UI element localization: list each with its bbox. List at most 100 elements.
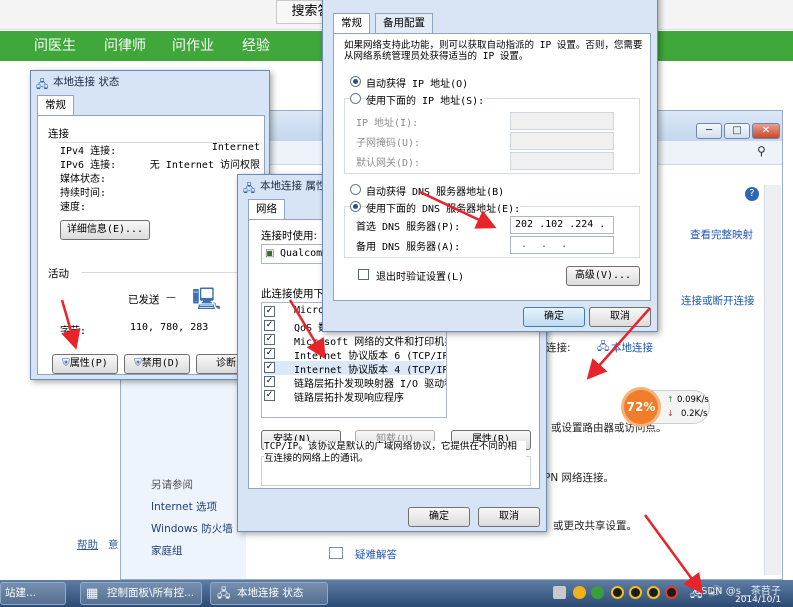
ipv4-tabs: 常规 备用配置 <box>333 13 649 34</box>
sidebar-link-firewall[interactable]: Windows 防火墙 <box>151 521 233 536</box>
ipv4-ok-button[interactable]: 确定 <box>523 307 585 327</box>
see-full-map-link[interactable]: 查看完整映射 <box>690 227 753 242</box>
minimize-button[interactable]: ─ <box>696 123 722 139</box>
troubleshoot-icon <box>329 547 343 559</box>
tab-alternate-config[interactable]: 备用配置 <box>375 13 433 33</box>
tray-icon[interactable] <box>553 586 566 599</box>
properties-cancel-button[interactable]: 取消 <box>478 507 540 527</box>
qq-icon[interactable] <box>647 586 660 599</box>
shield-icon: ⛨ <box>134 358 142 369</box>
advanced-button[interactable]: 高级(V)... <box>566 266 640 286</box>
sharing-settings-text: 或更改共享设置。 <box>553 520 637 532</box>
properties-window-title: 本地连接 属性 <box>260 180 327 192</box>
checkbox[interactable]: ✓ <box>264 362 275 373</box>
ipv4-label: IPv4 连接: <box>60 146 117 157</box>
upload-arrow-icon: ↑ <box>667 395 674 404</box>
disable-button[interactable]: ⛨禁用(D) <box>124 354 190 374</box>
validate-checkbox[interactable] <box>358 269 369 280</box>
connect-disconnect-link[interactable]: 连接或断开连接 <box>681 293 755 308</box>
ipv4-panel: 如果网络支持此功能，则可以获取自动指派的 IP 设置。否则，您需要从网络系统管理… <box>333 33 651 301</box>
tab-network[interactable]: 网络 <box>248 199 285 220</box>
download-arrow-icon: ↓ <box>667 409 674 418</box>
connection-status-window: 🖧 本地连接 状态 常规 连接 IPv4 连接: Internet IPv6 连… <box>30 70 270 380</box>
taskbar-item-connection-status[interactable]: 🖧 本地连接 状态 <box>210 582 328 605</box>
list-item-selected[interactable]: ✓Internet 协议版本 4 (TCP/IPv4) <box>264 361 446 376</box>
nav-ask-lawyer[interactable]: 问律师 <box>104 31 146 61</box>
control-panel-icon: ▦ <box>86 586 99 601</box>
qq-icon[interactable] <box>629 586 642 599</box>
tab-general[interactable]: 常规 <box>333 13 370 34</box>
sent-label: 已发送 <box>128 294 160 306</box>
qq-icon[interactable] <box>665 586 678 599</box>
help-link[interactable]: 帮助 <box>77 537 98 552</box>
clock-date[interactable]: 2014/10/1 <box>735 595 781 605</box>
manual-dns-label[interactable]: 使用下面的 DNS 服务器地址(E): <box>366 200 521 215</box>
auto-ip-label[interactable]: 自动获得 IP 地址(O) <box>366 75 468 90</box>
sidebar-link-homegroup[interactable]: 家庭组 <box>151 543 183 558</box>
manual-ip-label[interactable]: 使用下面的 IP 地址(S): <box>366 92 485 107</box>
local-connection-link[interactable]: 本地连接 <box>611 340 653 355</box>
gateway-input[interactable] <box>510 152 614 170</box>
status-panel: 连接 IPv4 连接: Internet IPv6 连接: 无 Internet… <box>37 115 265 375</box>
connections-label: 连接: <box>546 342 571 354</box>
tab-general[interactable]: 常规 <box>37 95 74 116</box>
maximize-button[interactable]: □ <box>724 123 750 139</box>
checkbox[interactable]: ✓ <box>264 334 275 345</box>
preferred-dns-input[interactable]: 202 .102 .224 . 68 <box>510 216 614 246</box>
taskbar-item-control-panel[interactable]: ▦ 控制面板\所有控... <box>80 582 202 605</box>
tray-icon[interactable] <box>573 586 586 599</box>
network-icon: 🖧 <box>217 586 231 600</box>
manual-ip-radio[interactable] <box>350 93 361 104</box>
checkbox[interactable]: ✓ <box>264 320 275 331</box>
subnet-mask-input[interactable] <box>510 132 614 150</box>
adapter-icon: ▣ <box>265 248 275 259</box>
adapter-box: ▣ Qualcom <box>261 244 331 264</box>
ipv4-intro-text: 如果网络支持此功能，则可以获取自动指派的 IP 设置。否则，您需要从网络系统管理… <box>344 40 643 62</box>
ip-address-input[interactable] <box>510 112 614 130</box>
connection-section-header: 连接 <box>48 128 69 140</box>
troubleshoot-link[interactable]: 疑难解答 <box>355 547 397 562</box>
shield-icon: ⛨ <box>62 358 70 369</box>
see-also-header: 另请参阅 <box>151 479 193 491</box>
checkbox[interactable]: ✓ <box>264 306 275 317</box>
auto-dns-radio[interactable] <box>350 184 361 195</box>
checkbox[interactable]: ✓ <box>264 348 275 359</box>
manual-dns-radio[interactable] <box>350 201 361 212</box>
close-button[interactable]: ✕ <box>752 123 780 139</box>
checkbox[interactable]: ✓ <box>264 376 275 387</box>
gateway-label: 默认网关(D): <box>356 158 421 169</box>
qq-icon[interactable] <box>611 586 624 599</box>
vpn-text: PN 网络连接。 <box>544 472 615 484</box>
nav-ask-homework[interactable]: 问作业 <box>172 31 214 61</box>
divider <box>82 272 260 273</box>
activity-section-header: 活动 <box>48 268 69 280</box>
ipv4-value: Internet <box>211 142 260 153</box>
status-window-title: 本地连接 状态 <box>53 76 120 88</box>
speed-widget[interactable]: 72% ↑ 0.09K/s ↓ 0.2K/s <box>621 387 710 427</box>
status-tabs: 常规 <box>37 95 267 116</box>
ipv4-cancel-button[interactable]: 取消 <box>589 307 651 327</box>
speed-label: 速度: <box>60 202 87 213</box>
nav-ask-doctor[interactable]: 问医生 <box>34 31 76 61</box>
ipv4-properties-dialog: 常规 备用配置 如果网络支持此功能，则可以获取自动指派的 IP 设置。否则，您需… <box>322 0 658 332</box>
tray-icon[interactable] <box>591 586 604 599</box>
upload-speed: 0.09K/s <box>677 395 709 405</box>
vertical-scrollbar[interactable] <box>764 185 781 575</box>
sidebar-link-internet-options[interactable]: Internet 选项 <box>151 499 217 514</box>
connect-using-label: 连接时使用: <box>261 230 318 242</box>
ipv6-label: IPv6 连接: <box>60 160 117 171</box>
checkbox[interactable]: ✓ <box>264 390 275 401</box>
properties-ok-button[interactable]: 确定 <box>408 507 470 527</box>
alternate-dns-input[interactable]: . . . <box>510 236 614 254</box>
computer-icon: 🖳 <box>192 287 222 312</box>
nav-experience[interactable]: 经验 <box>242 31 270 61</box>
auto-ip-radio[interactable] <box>350 76 361 87</box>
details-button[interactable]: 详细信息(E)... <box>60 220 150 240</box>
search-icon[interactable]: ⚲ <box>757 144 766 158</box>
help-icon[interactable]: ? <box>745 187 759 201</box>
status-properties-button[interactable]: ⛨属性(P) <box>52 354 118 374</box>
auto-dns-label[interactable]: 自动获得 DNS 服务器地址(B) <box>366 183 504 198</box>
taskbar-item-site[interactable]: 站建... <box>0 582 66 605</box>
validate-label[interactable]: 退出时验证设置(L) <box>376 268 464 283</box>
help-link-2[interactable]: 意 <box>108 537 119 552</box>
